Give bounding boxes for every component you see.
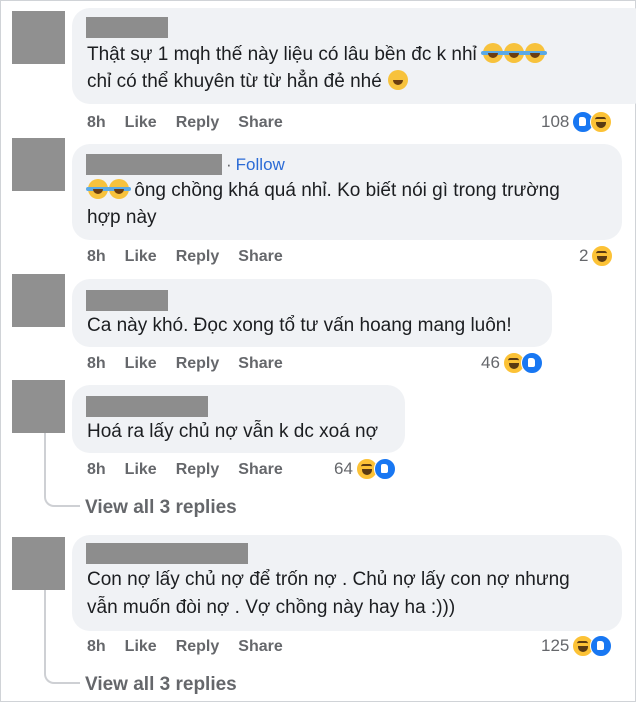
reply-button[interactable]: Reply [176,638,220,656]
comment-bubble: · Follow ông chồng khá quá nhỉ. Ko biết n… [72,144,622,240]
avatar[interactable] [12,274,65,327]
reaction-summary[interactable]: 46 [481,352,543,374]
avatar[interactable] [12,380,65,433]
comments-panel: Thật sự 1 mqh thế này liệu có lâu bền đc… [0,0,636,702]
share-button[interactable]: Share [238,248,282,266]
comment-text-line: hợp này [87,207,157,228]
haha-reaction-icon [591,245,614,267]
reply-button[interactable]: Reply [176,355,220,373]
like-button[interactable]: Like [125,114,157,132]
commenter-name[interactable] [86,543,248,564]
like-button[interactable]: Like [125,355,157,373]
comment-text-line: vẫn muốn đòi nợ . Vợ chồng này hay ha :)… [87,597,456,618]
avatar[interactable] [12,537,65,590]
follow-link[interactable]: · Follow [226,155,285,175]
reaction-count: 2 [579,246,589,265]
reaction-summary[interactable]: 64 [334,458,396,480]
comment-bubble: Ca này khó. Đọc xong tổ tư vấn hoang man… [72,279,552,347]
view-replies-link[interactable]: View all 3 replies [85,497,237,519]
avatar[interactable] [12,11,65,64]
comment-text-line: Thật sự 1 mqh thế này liệu có lâu bền đc… [87,41,548,69]
share-button[interactable]: Share [238,355,282,373]
like-reaction-icon [373,458,396,480]
like-button[interactable]: Like [125,638,157,656]
rolling-laughing-emoji [523,43,548,63]
timestamp[interactable]: 8h [87,638,106,656]
commenter-name[interactable] [86,154,222,175]
like-button[interactable]: Like [125,461,157,479]
haha-reaction-icon [590,111,613,133]
comment-actions: 8h Like Reply Share [87,248,302,266]
like-reaction-icon [520,352,543,374]
grinning-sweat-emoji [388,70,409,90]
commenter-name[interactable] [86,396,208,417]
comment-actions: 8h Like Reply Share [87,114,302,132]
comment-text-line: Con nợ lấy chủ nợ để trốn nợ . Chủ nợ lấ… [87,569,570,590]
reply-button[interactable]: Reply [176,461,220,479]
comment-text-line: chỉ có thể khuyên từ từ hẳn đẻ nhé [87,68,409,96]
thread-line [44,590,46,672]
reaction-count: 125 [541,636,570,655]
comment-bubble: Hoá ra lấy chủ nợ vẫn k dc xoá nợ [72,385,405,453]
commenter-name[interactable] [86,17,168,38]
share-button[interactable]: Share [238,461,282,479]
reaction-summary[interactable]: 125 [541,635,613,657]
laughing-tears-emoji [86,179,110,199]
thread-line [44,433,46,495]
rolling-laughing-emoji [481,43,506,63]
comment-actions: 8h Like Reply Share [87,461,302,479]
comment-text-line: ông chồng khá quá nhỉ. Ko biết nói gì tr… [86,177,560,205]
rolling-laughing-emoji [502,43,527,63]
reply-button[interactable]: Reply [176,248,220,266]
view-replies-link[interactable]: View all 3 replies [85,674,237,696]
timestamp[interactable]: 8h [87,248,106,266]
share-button[interactable]: Share [238,114,282,132]
like-button[interactable]: Like [125,248,157,266]
comment-bubble: Con nợ lấy chủ nợ để trốn nợ . Chủ nợ lấ… [72,535,622,631]
comment-text-line: Hoá ra lấy chủ nợ vẫn k dc xoá nợ [87,421,379,442]
avatar[interactable] [12,138,65,191]
thread-connector [44,495,80,507]
timestamp[interactable]: 8h [87,355,106,373]
timestamp[interactable]: 8h [87,461,106,479]
laughing-tears-emoji [107,179,131,199]
reaction-count: 108 [541,112,570,131]
reaction-count: 64 [334,459,353,478]
reaction-summary[interactable]: 2 [579,245,614,267]
reaction-count: 46 [481,353,500,372]
comment-actions: 8h Like Reply Share [87,355,302,373]
share-button[interactable]: Share [238,638,282,656]
comment-bubble: Thật sự 1 mqh thế này liệu có lâu bền đc… [72,8,636,104]
timestamp[interactable]: 8h [87,114,106,132]
comment-actions: 8h Like Reply Share [87,638,302,656]
commenter-name[interactable] [86,290,168,311]
comment-text-line: Ca này khó. Đọc xong tổ tư vấn hoang man… [87,315,512,336]
reply-button[interactable]: Reply [176,114,220,132]
reaction-summary[interactable]: 108 [541,111,613,133]
like-reaction-icon [590,635,613,657]
thread-connector [44,672,80,684]
